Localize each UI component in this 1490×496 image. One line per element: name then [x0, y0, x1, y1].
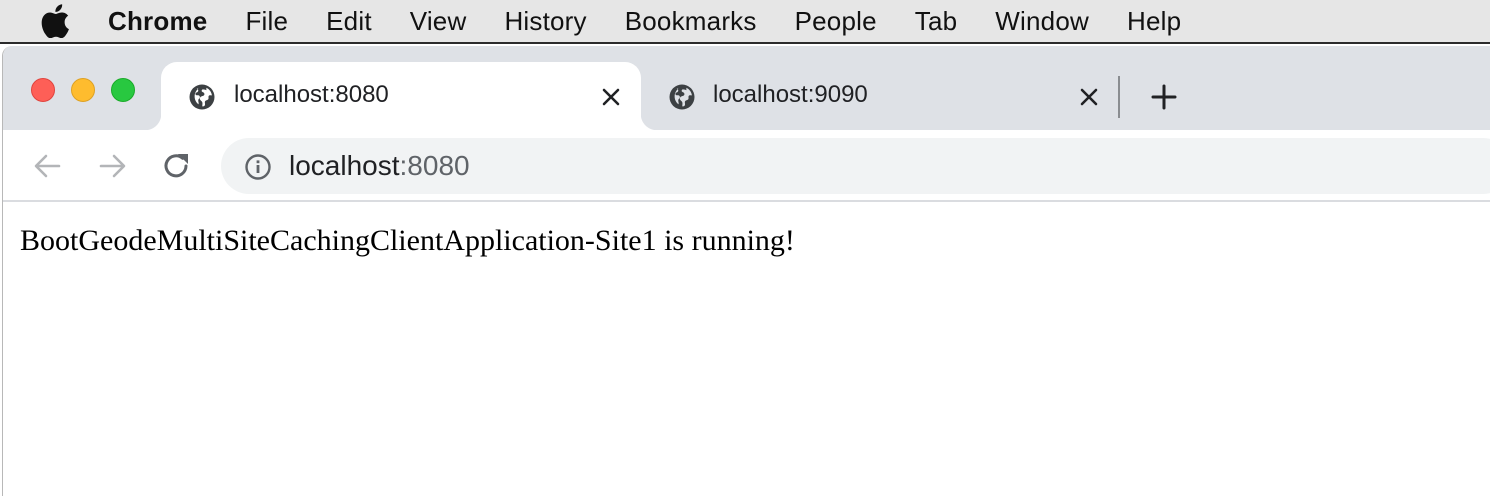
menu-help[interactable]: Help: [1127, 6, 1181, 37]
tab-divider: [1118, 76, 1120, 118]
menu-history[interactable]: History: [504, 6, 586, 37]
url-host: localhost: [289, 150, 400, 181]
reload-icon[interactable]: [161, 150, 193, 182]
apple-logo-icon[interactable]: [40, 4, 70, 38]
browser-window: localhost:8080 localhost:9090 localhost:…: [2, 46, 1490, 496]
close-icon[interactable]: [1077, 85, 1101, 109]
arrow-right-icon[interactable]: [97, 150, 129, 182]
window-minimize-button[interactable]: [71, 78, 95, 102]
url-port: :8080: [399, 150, 470, 181]
info-icon[interactable]: [243, 152, 273, 182]
page-content: BootGeodeMultiSiteCachingClientApplicati…: [3, 204, 1490, 496]
tab-title: localhost:9090: [713, 81, 868, 108]
arrow-left-icon[interactable]: [31, 150, 63, 182]
menu-bookmarks[interactable]: Bookmarks: [625, 6, 757, 37]
tab-strip: localhost:8080 localhost:9090: [3, 46, 1490, 130]
menu-tab[interactable]: Tab: [915, 6, 958, 37]
window-close-button[interactable]: [31, 78, 55, 102]
menu-chrome[interactable]: Chrome: [108, 6, 207, 37]
tab-localhost-8080[interactable]: localhost:8080: [145, 62, 657, 130]
tab-title: localhost:8080: [234, 81, 389, 108]
address-bar[interactable]: localhost:8080: [221, 138, 1490, 194]
menu-view[interactable]: View: [410, 6, 467, 37]
url-text[interactable]: localhost:8080: [289, 150, 470, 182]
close-icon[interactable]: [599, 85, 623, 109]
globe-icon: [187, 82, 217, 112]
menu-people[interactable]: People: [795, 6, 877, 37]
macos-menu-bar: Chrome File Edit View History Bookmarks …: [0, 0, 1490, 44]
globe-icon: [667, 82, 697, 112]
page-message: BootGeodeMultiSiteCachingClientApplicati…: [20, 224, 795, 257]
menu-file[interactable]: File: [245, 6, 288, 37]
plus-icon[interactable]: [1149, 82, 1179, 112]
menu-edit[interactable]: Edit: [326, 6, 372, 37]
tab-localhost-9090[interactable]: localhost:9090: [643, 62, 1113, 130]
menu-window[interactable]: Window: [995, 6, 1089, 37]
browser-toolbar: localhost:8080: [3, 130, 1490, 202]
window-maximize-button[interactable]: [111, 78, 135, 102]
